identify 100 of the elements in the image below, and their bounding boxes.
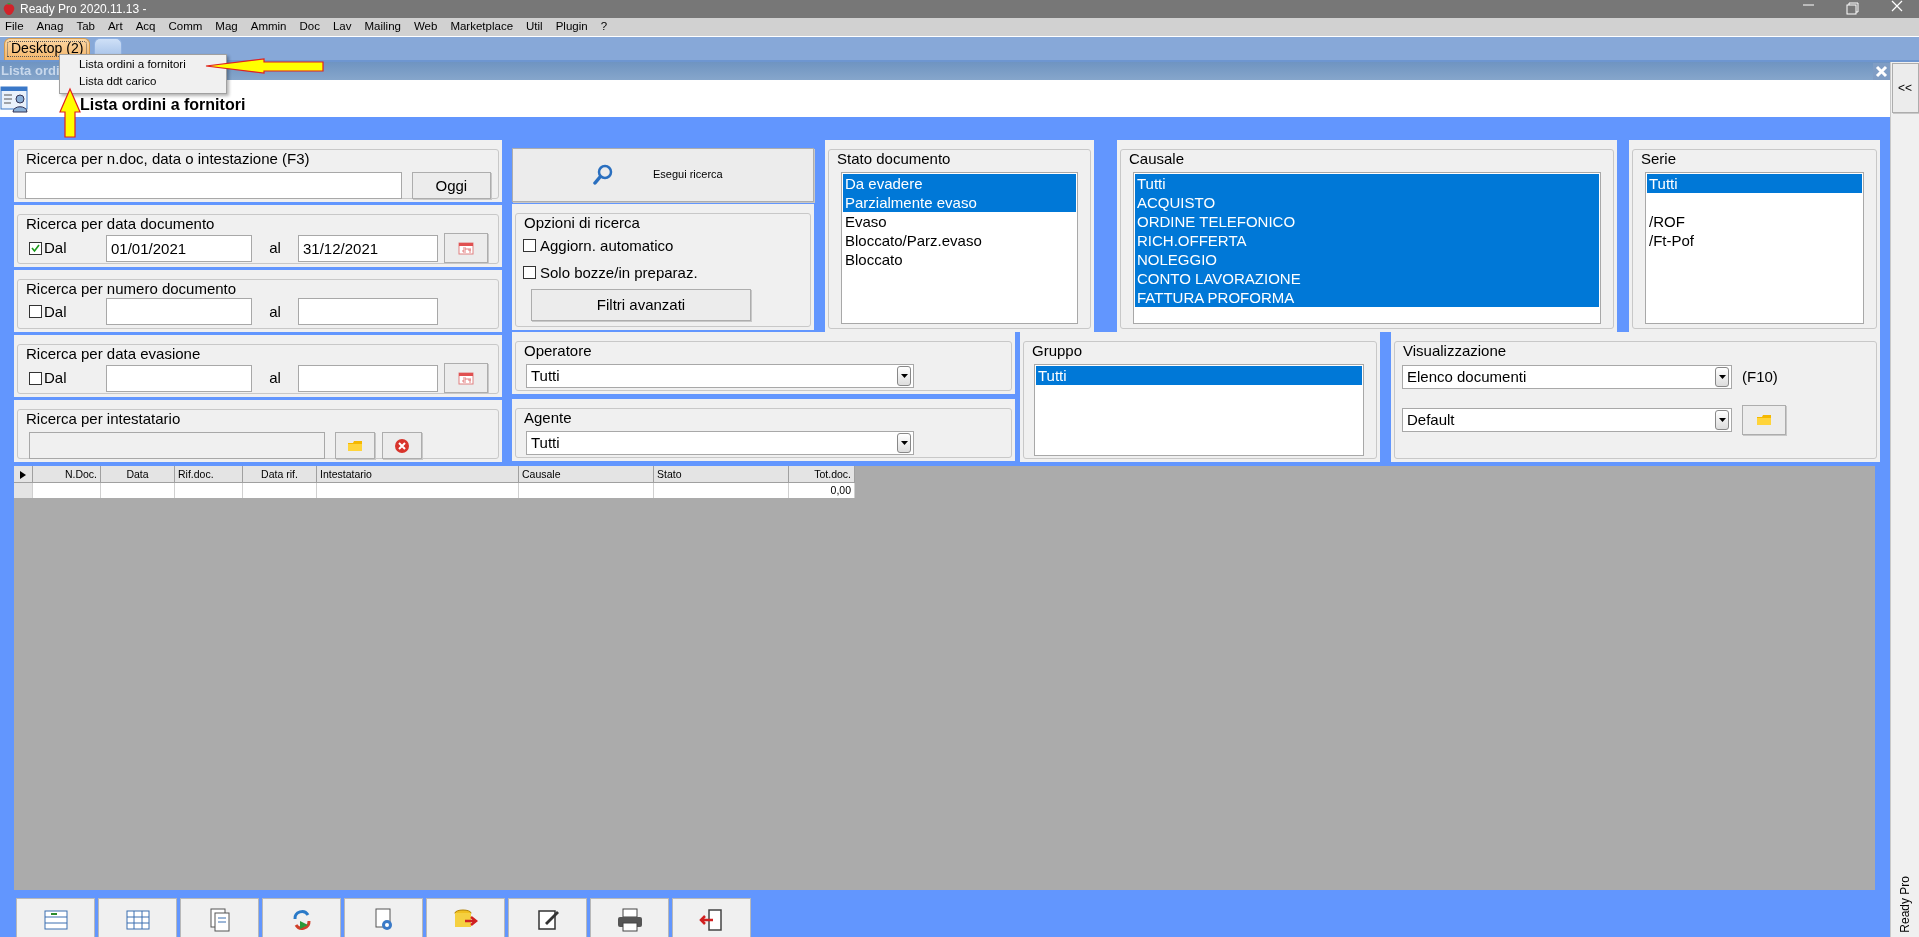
- list-item[interactable]: Bloccato: [843, 250, 1076, 269]
- browse-button[interactable]: [1742, 405, 1786, 435]
- calendar-button[interactable]: [444, 363, 488, 393]
- menu-item[interactable]: Art: [102, 20, 131, 34]
- menu-item[interactable]: File: [0, 20, 32, 34]
- checkbox[interactable]: [29, 241, 42, 255]
- close-circle-icon: [394, 437, 410, 454]
- checkbox-label: Solo bozze/in preparaz.: [540, 263, 698, 282]
- checkbox-label: Aggiorn. automatico: [540, 236, 674, 255]
- collapse-button[interactable]: <<: [1891, 63, 1919, 113]
- caret-icon: [1718, 375, 1726, 379]
- list-item[interactable]: Evaso: [843, 212, 1076, 231]
- menu-item[interactable]: Comm: [163, 20, 211, 34]
- column-header[interactable]: Intestatario: [317, 466, 519, 483]
- list-item[interactable]: /Ft-Pof: [1647, 231, 1862, 250]
- checkbox[interactable]: [29, 305, 42, 318]
- column-header[interactable]: Stato: [654, 466, 789, 483]
- strawberry-icon: [2, 2, 16, 16]
- folder-icon: [347, 439, 363, 452]
- list-item[interactable]: Parzialmente evaso: [843, 193, 1076, 212]
- menu-item[interactable]: Plugin: [550, 20, 596, 34]
- toolbar-button[interactable]: [672, 898, 751, 937]
- list-item[interactable]: Tutti: [1036, 366, 1362, 385]
- text-field[interactable]: [106, 298, 252, 325]
- window-title: Ready Pro 2020.11.13 -: [20, 1, 148, 17]
- calendar-button[interactable]: [444, 233, 488, 263]
- column-header[interactable]: Data rif.: [243, 466, 317, 483]
- callout-arrow: [59, 87, 81, 138]
- text-field[interactable]: [298, 298, 438, 325]
- list-item[interactable]: ORDINE TELEFONICO: [1135, 212, 1599, 231]
- checkbox[interactable]: [523, 266, 536, 279]
- menu-item[interactable]: Acq: [130, 20, 164, 34]
- column-header[interactable]: Rif.doc.: [175, 466, 243, 483]
- menu-item[interactable]: Lista ordini a fornitori: [60, 57, 226, 74]
- calendar-icon: [458, 241, 474, 255]
- page-title: Lista ordini a fornitori: [80, 94, 246, 114]
- dropdown[interactable]: Default: [1402, 408, 1732, 432]
- range-label: al: [268, 369, 282, 387]
- column-header[interactable]: Tot.doc.: [789, 466, 855, 483]
- menu-item[interactable]: Mailing: [359, 20, 409, 34]
- dropdown[interactable]: Tutti: [526, 431, 914, 455]
- table-cell: 0,00: [789, 483, 855, 498]
- menu-item[interactable]: Marketplace: [445, 20, 522, 34]
- list-item[interactable]: Tutti: [1647, 174, 1862, 193]
- list-item[interactable]: NOLEGGIO: [1135, 250, 1599, 269]
- menu-item[interactable]: Ammin: [245, 20, 295, 34]
- search-icon: [593, 164, 613, 186]
- menu-item[interactable]: Doc: [294, 20, 328, 34]
- list-item[interactable]: FATTURA PROFORMA: [1135, 288, 1599, 307]
- caret-icon: [1718, 418, 1726, 422]
- menu-item[interactable]: Mag: [210, 20, 246, 34]
- table-cell: [175, 483, 243, 498]
- advanced-filters-button[interactable]: Filtri avanzati: [531, 289, 751, 321]
- close-icon[interactable]: [1873, 62, 1890, 80]
- menu-item[interactable]: Lav: [327, 20, 360, 34]
- browse-button[interactable]: [335, 432, 375, 459]
- dropdown[interactable]: Elenco documenti: [1402, 365, 1732, 389]
- list-item[interactable]: ACQUISTO: [1135, 193, 1599, 212]
- list-user-icon: [0, 83, 30, 114]
- column-header[interactable]: Data: [101, 466, 175, 483]
- toolbar-button[interactable]: [262, 898, 341, 937]
- list-item[interactable]: Tutti: [1135, 174, 1599, 193]
- today-button[interactable]: Oggi: [411, 172, 491, 199]
- range-label: al: [268, 302, 282, 321]
- checkbox-label: Dal: [44, 302, 68, 321]
- search-field[interactable]: [25, 172, 402, 199]
- menu-item[interactable]: Tab: [71, 20, 103, 34]
- folder-icon: [1756, 414, 1772, 426]
- toolbar-button[interactable]: [508, 898, 587, 937]
- calendar-icon: [458, 371, 474, 385]
- column-header[interactable]: N.Doc.: [33, 466, 101, 483]
- text-field[interactable]: 01/01/2021: [106, 234, 252, 262]
- list-item[interactable]: Da evadere: [843, 174, 1076, 193]
- list-item[interactable]: CONTO LAVORAZIONE: [1135, 269, 1599, 288]
- checkbox[interactable]: [29, 371, 42, 385]
- row-pointer-icon: [20, 471, 26, 479]
- list-item[interactable]: RICH.OFFERTA: [1135, 231, 1599, 250]
- menu-item[interactable]: Util: [521, 20, 551, 34]
- dropdown[interactable]: Tutti: [526, 364, 914, 388]
- list-item[interactable]: /ROF: [1647, 212, 1862, 231]
- checkbox-label: Dal: [44, 239, 68, 257]
- checkbox[interactable]: [523, 239, 536, 252]
- caret-icon: [900, 374, 908, 378]
- text-field[interactable]: 31/12/2021: [298, 234, 438, 262]
- menu-item[interactable]: ?: [595, 20, 616, 34]
- column-header[interactable]: Causale: [519, 466, 654, 483]
- menu-item[interactable]: Anag: [31, 20, 72, 34]
- side-panel-label: Ready Pro: [1897, 876, 1913, 933]
- range-label: al: [268, 239, 282, 257]
- search-button[interactable]: Esegui ricerca: [512, 148, 814, 202]
- list-item[interactable]: Bloccato/Parz.evaso: [843, 231, 1076, 250]
- clear-button[interactable]: [382, 432, 422, 459]
- text-field[interactable]: [298, 364, 438, 392]
- table-cell: [33, 483, 101, 498]
- child-window-title: Lista ordi: [1, 63, 60, 79]
- text-field[interactable]: [106, 364, 252, 392]
- menu-item[interactable]: Lista ddt carico: [60, 73, 226, 91]
- menu-item[interactable]: Web: [408, 20, 446, 34]
- toolbar-button[interactable]: [590, 898, 669, 937]
- panel-title: Opzioni di ricerca: [521, 214, 643, 232]
